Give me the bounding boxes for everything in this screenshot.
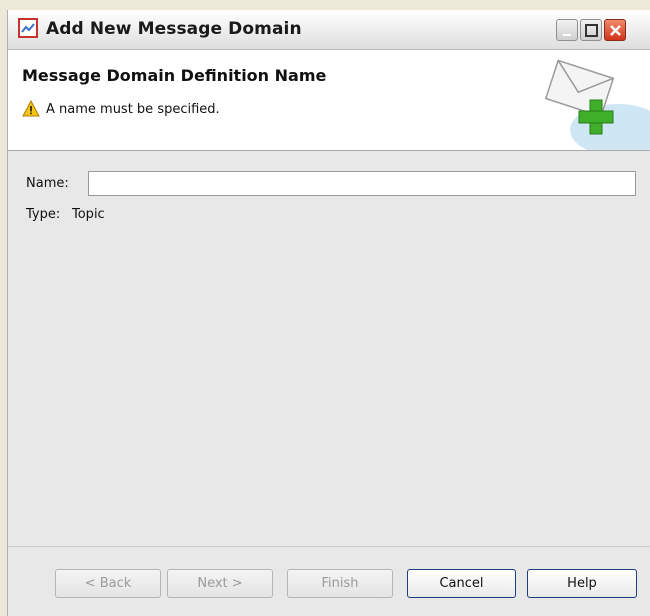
dialog-window: Add New Message Domain Message Domain De… (0, 0, 650, 616)
minimize-button[interactable] (556, 19, 578, 41)
maximize-button[interactable] (580, 19, 602, 41)
type-label: Type: (26, 207, 61, 222)
close-icon (610, 25, 621, 36)
minimize-icon (563, 34, 571, 36)
finish-button[interactable]: Finish (287, 569, 393, 598)
name-label: Name: (26, 176, 69, 191)
page-title: Message Domain Definition Name (22, 66, 327, 85)
type-value: Topic (72, 207, 105, 222)
form-area: Name: Type: Topic (8, 151, 650, 546)
validation-message: A name must be specified. (46, 102, 220, 117)
back-button[interactable]: < Back (55, 569, 161, 598)
app-chart-icon (18, 18, 38, 38)
window-title: Add New Message Domain (46, 19, 302, 39)
envelope-add-icon (538, 50, 650, 156)
header-banner: Message Domain Definition Name A name mu… (8, 50, 650, 156)
cancel-button[interactable]: Cancel (407, 569, 516, 598)
close-button[interactable] (604, 19, 626, 41)
help-button[interactable]: Help (527, 569, 637, 598)
button-bar: < Back Next > Finish Cancel Help (8, 546, 650, 616)
title-bar[interactable]: Add New Message Domain (8, 10, 650, 50)
maximize-icon (585, 24, 598, 37)
warning-icon (22, 99, 40, 122)
window-left-edge (0, 10, 8, 616)
next-button[interactable]: Next > (167, 569, 273, 598)
name-input[interactable] (88, 171, 636, 196)
